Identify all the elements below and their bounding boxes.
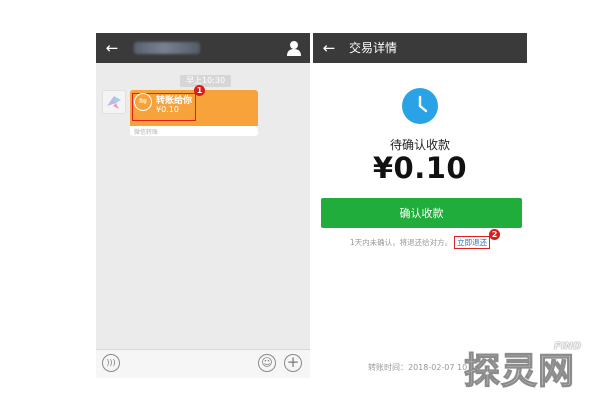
chat-topbar: ← [96,33,310,63]
back-arrow-icon[interactable]: ← [319,38,339,58]
message-time-chip: 早上10:30 [180,75,232,87]
transfer-time: 转账时间：2018-02-07 10 [368,363,468,372]
return-now-link[interactable]: 立即退还 [454,236,491,249]
step-marker-1: 1 [194,85,205,96]
watermark-logo: 探灵网 FIND [462,339,582,393]
transfer-message-card[interactable]: ⇋ 转账给你 ¥0.10 微信转账 [130,90,258,136]
back-arrow-icon[interactable]: ← [102,38,122,58]
transfer-amount: ¥0.10 [156,105,179,114]
hint-text: 1天内未确认，将退还给对方。 [349,238,453,247]
confirm-receipt-button[interactable]: 确认收款 [321,198,522,228]
page-title: 交易详情 [349,41,398,55]
transfer-subtitle: 微信转账 [134,129,159,136]
voice-icon[interactable]: ))) [102,354,120,372]
chat-input-bar: ))) ☺ + [96,349,310,378]
transaction-detail-screen: ← 交易详情 待确认收款 ¥0.10 确认收款 1天内未确认，将退还给对方。 立即… [313,33,527,378]
transfer-card-body: ⇋ 转账给你 ¥0.10 [130,90,258,126]
plus-icon[interactable]: + [284,354,302,372]
avatar[interactable] [102,90,126,114]
swap-icon: ⇋ [134,93,152,111]
blurred-contact-name [134,42,200,54]
amount-value: ¥0.10 [372,151,468,185]
profile-icon[interactable] [286,38,302,58]
chat-screen: ← 早上10:30 ⇋ 转账给你 ¥0.10 微信转账 1 ))) ☺ + [96,33,310,378]
svg-text:探灵网: 探灵网 [464,351,575,389]
step-marker-2: 2 [489,229,500,240]
watermark-find: FIND [554,341,582,352]
emoji-icon[interactable]: ☺ [258,354,276,372]
detail-topbar: ← 交易详情 [313,33,527,63]
clock-icon [402,88,438,124]
